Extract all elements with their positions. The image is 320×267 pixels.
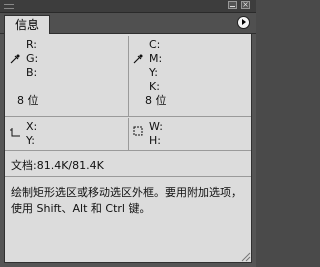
eyedropper-icon[interactable] xyxy=(9,53,21,65)
crosshair-icon xyxy=(10,128,20,137)
selection-size-icon xyxy=(133,126,143,136)
rgb-bit-depth: 8 位 xyxy=(17,94,39,107)
eyedropper-icon[interactable] xyxy=(132,53,144,65)
tool-hint-text: 绘制矩形选区或移动选区外框。要用附加选项，使用 Shift、Alt 和 Ctrl… xyxy=(11,186,242,215)
divider xyxy=(5,150,251,151)
cmyk-bit-depth: 8 位 xyxy=(145,94,167,107)
w-label: W: xyxy=(149,120,163,133)
resize-grip-icon[interactable] xyxy=(239,250,251,262)
m-label: M: xyxy=(149,52,163,65)
panel-menu-button[interactable] xyxy=(237,16,250,29)
close-button[interactable]: × xyxy=(241,1,250,9)
info-content: R: G: B: 8 位 C: M: Y: K: 8 位 X: Y: W: H: xyxy=(4,34,252,263)
x-label: X: xyxy=(26,120,38,133)
k-label: K: xyxy=(149,80,160,93)
divider xyxy=(5,176,251,177)
tab-strip: 信息 xyxy=(0,13,256,35)
document-size-value: 81.4K/81.4K xyxy=(36,159,104,172)
info-panel: × 信息 R: G: B: 8 位 C: M: Y: K: 8 位 X: Y: … xyxy=(0,0,256,267)
minimize-button[interactable] xyxy=(228,1,237,9)
divider xyxy=(128,118,129,150)
c-label: C: xyxy=(149,38,161,51)
h-label: H: xyxy=(149,134,161,147)
b-label: B: xyxy=(26,66,38,79)
panel-title-bar[interactable]: × xyxy=(0,0,256,13)
divider xyxy=(5,116,251,117)
document-size-label: 文档: xyxy=(11,159,37,172)
g-label: G: xyxy=(26,52,39,65)
tab-info[interactable]: 信息 xyxy=(4,15,51,35)
drag-grip-icon[interactable] xyxy=(4,4,14,9)
document-size: 文档:81.4K/81.4K xyxy=(11,157,104,173)
y-label: Y: xyxy=(149,66,158,79)
divider xyxy=(128,36,129,116)
y-pos-label: Y: xyxy=(26,134,35,147)
r-label: R: xyxy=(26,38,38,51)
